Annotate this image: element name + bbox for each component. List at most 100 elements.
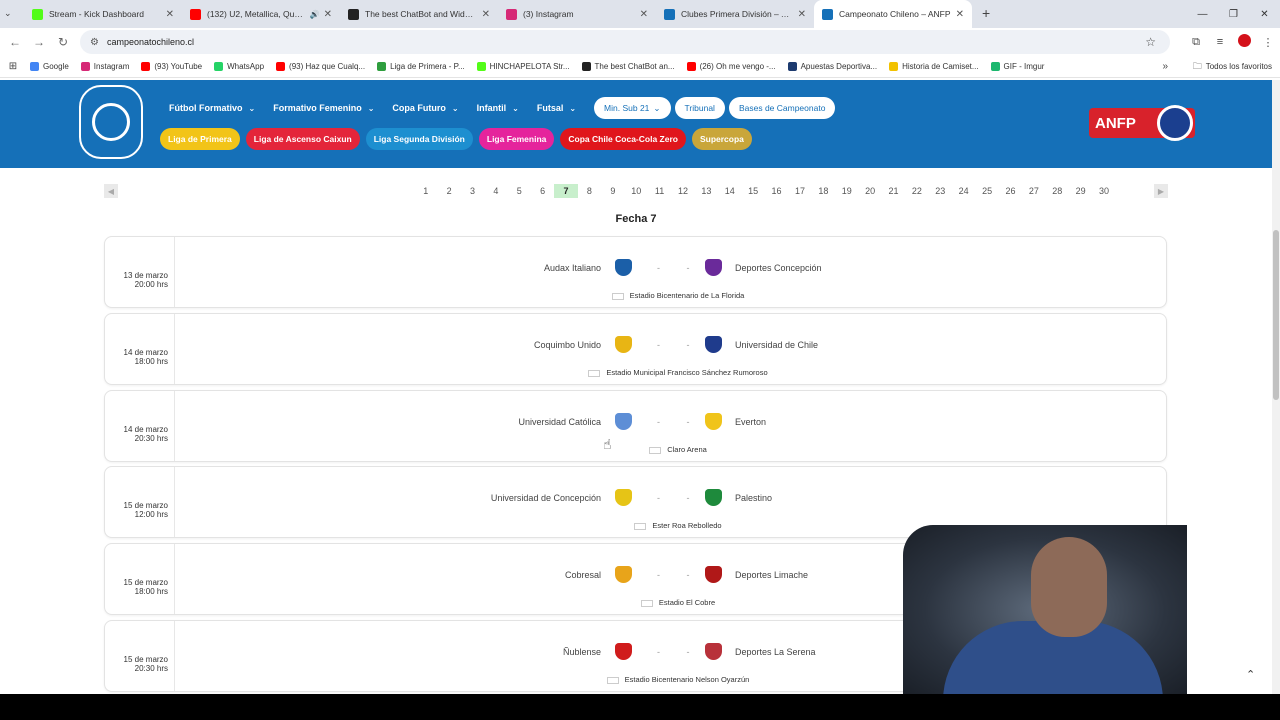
all-bookmarks-folder[interactable]: 🗀 Todos los favoritos: [1193, 59, 1272, 75]
league-pill[interactable]: Supercopa: [691, 128, 752, 150]
scroll-to-top-icon[interactable]: ⌃: [1246, 668, 1255, 681]
match-card[interactable]: 14 de marzo 18:00 hrs Coquimbo Unido - - Uni…: [104, 313, 1167, 385]
round-link[interactable]: 14: [718, 184, 741, 198]
round-link[interactable]: 30: [1092, 184, 1115, 198]
reload-icon[interactable]: ↻: [51, 35, 75, 49]
bookmark-item[interactable]: WhatsApp: [214, 62, 264, 71]
tab-close-icon[interactable]: ✕: [166, 9, 174, 20]
home-team-name[interactable]: Audax Italiano: [544, 263, 601, 273]
next-round-icon[interactable]: ▶: [1154, 184, 1168, 198]
round-link[interactable]: 26: [999, 184, 1022, 198]
tab-audio-icon[interactable]: 🔊: [310, 10, 320, 19]
round-link[interactable]: 4: [484, 184, 507, 198]
league-pill[interactable]: Liga de Ascenso Caixun: [245, 128, 360, 150]
round-link[interactable]: 15: [741, 184, 764, 198]
round-link[interactable]: 13: [695, 184, 718, 198]
anfp-logo[interactable]: ANFP: [1089, 105, 1195, 141]
browser-tab[interactable]: (3) Instagram ✕: [498, 0, 656, 28]
browser-tab[interactable]: Stream - Kick Dashboard ✕: [24, 0, 182, 28]
bookmark-item[interactable]: Instagram: [80, 62, 129, 71]
site-info-icon[interactable]: ⚙: [90, 37, 99, 48]
browser-tab[interactable]: (132) U2, Metallica, Queen, 🔊 ✕: [182, 0, 340, 28]
round-link[interactable]: 9: [601, 184, 624, 198]
round-link[interactable]: 6: [531, 184, 554, 198]
bookmark-item[interactable]: (26) Oh me vengo -...: [686, 62, 776, 71]
round-link[interactable]: 7: [554, 184, 578, 198]
new-tab-button[interactable]: +: [972, 0, 1000, 28]
bookmark-item[interactable]: GIF - Imgur: [990, 62, 1044, 71]
scrollbar-thumb[interactable]: [1273, 230, 1279, 400]
match-card[interactable]: 14 de marzo 20:30 hrs Universidad Católica…: [104, 390, 1167, 462]
away-team-name[interactable]: Everton: [735, 417, 766, 427]
bookmark-item[interactable]: (93) YouTube: [141, 62, 202, 71]
address-bar[interactable]: ⚙ campeonatochileno.cl ☆: [80, 30, 1170, 54]
tab-close-icon[interactable]: ✕: [798, 9, 806, 20]
round-link[interactable]: 17: [788, 184, 811, 198]
home-team-name[interactable]: Universidad Católica: [518, 417, 601, 427]
round-link[interactable]: 18: [812, 184, 835, 198]
round-link[interactable]: 3: [461, 184, 484, 198]
round-link[interactable]: 16: [765, 184, 788, 198]
tab-close-icon[interactable]: ✕: [640, 9, 648, 20]
bookmark-star-icon[interactable]: ☆: [1145, 35, 1156, 49]
browser-tab[interactable]: Clubes Primera División – ANFP ✕: [656, 0, 814, 28]
round-link[interactable]: 22: [905, 184, 928, 198]
bookmark-item[interactable]: Google: [30, 62, 69, 71]
bookmark-item[interactable]: Historia de Camiset...: [889, 62, 979, 71]
close-window-icon[interactable]: ✕: [1249, 0, 1280, 28]
page-scrollbar[interactable]: [1272, 80, 1280, 694]
away-team-name[interactable]: Universidad de Chile: [735, 340, 818, 350]
nav-dropdown[interactable]: Copa Futuro ⌄: [392, 103, 458, 113]
bookmark-item[interactable]: HINCHAPELOTA Str...: [476, 62, 570, 71]
round-link[interactable]: 29: [1069, 184, 1092, 198]
profile-avatar[interactable]: [1232, 34, 1256, 50]
nav-pill[interactable]: Bases de Campeonato: [728, 97, 836, 119]
away-team-name[interactable]: Deportes La Serena: [735, 647, 816, 657]
tab-search-chevron-icon[interactable]: ⌄: [4, 8, 12, 19]
home-team-name[interactable]: Ñublense: [563, 647, 601, 657]
nav-dropdown[interactable]: Formativo Femenino ⌄: [273, 103, 374, 113]
home-team-name[interactable]: Cobresal: [565, 570, 601, 580]
round-link[interactable]: 21: [882, 184, 905, 198]
round-link[interactable]: 24: [952, 184, 975, 198]
bookmark-item[interactable]: Liga de Primera - P...: [377, 62, 465, 71]
round-link[interactable]: 2: [437, 184, 460, 198]
away-team-name[interactable]: Deportes Concepción: [735, 263, 822, 273]
apps-grid-icon[interactable]: ⊞: [0, 61, 26, 72]
back-icon[interactable]: ←: [3, 35, 27, 49]
round-link[interactable]: 10: [625, 184, 648, 198]
round-link[interactable]: 20: [858, 184, 881, 198]
league-pill[interactable]: Liga de Primera: [160, 128, 240, 150]
prev-round-icon[interactable]: ◀: [104, 184, 118, 198]
campeonato-logo[interactable]: [79, 85, 143, 159]
tab-close-icon[interactable]: ✕: [324, 9, 332, 20]
bookmark-item[interactable]: (93) Haz que Cualq...: [276, 62, 365, 71]
bookmark-item[interactable]: The best ChatBot an...: [581, 62, 675, 71]
tab-close-icon[interactable]: ✕: [956, 9, 964, 20]
browser-tab[interactable]: Campeonato Chileno – ANFP ✕: [814, 0, 972, 28]
home-team-name[interactable]: Coquimbo Unido: [534, 340, 601, 350]
bookmark-item[interactable]: Apuestas Deportiva...: [787, 62, 877, 71]
nav-dropdown[interactable]: Futsal ⌄: [537, 103, 576, 113]
restore-icon[interactable]: ❐: [1218, 0, 1249, 28]
match-card[interactable]: 13 de marzo 20:00 hrs Audax Italiano - - Dep…: [104, 236, 1167, 308]
round-link[interactable]: 28: [1046, 184, 1069, 198]
extensions-icon[interactable]: ⧉: [1184, 36, 1208, 49]
media-control-icon[interactable]: ≡: [1208, 36, 1232, 48]
browser-tab[interactable]: The best ChatBot and Widgets ✕: [340, 0, 498, 28]
round-link[interactable]: 19: [835, 184, 858, 198]
away-team-name[interactable]: Palestino: [735, 493, 772, 503]
menu-kebab-icon[interactable]: ⋮: [1256, 36, 1280, 49]
league-pill[interactable]: Liga Femenina: [478, 128, 555, 150]
away-team-name[interactable]: Deportes Limache: [735, 570, 808, 580]
round-link[interactable]: 11: [648, 184, 671, 198]
nav-pill[interactable]: Min. Sub 21 ⌄: [594, 97, 671, 119]
nav-pill[interactable]: Tribunal: [674, 97, 725, 119]
more-bookmarks-icon[interactable]: »: [1162, 61, 1168, 72]
nav-dropdown[interactable]: Fútbol Formativo ⌄: [169, 103, 255, 113]
home-team-name[interactable]: Universidad de Concepción: [491, 493, 601, 503]
league-pill[interactable]: Liga Segunda División: [365, 128, 473, 150]
round-link[interactable]: 12: [671, 184, 694, 198]
nav-dropdown[interactable]: Infantil ⌄: [477, 103, 519, 113]
league-pill[interactable]: Copa Chile Coca-Cola Zero: [560, 128, 686, 150]
